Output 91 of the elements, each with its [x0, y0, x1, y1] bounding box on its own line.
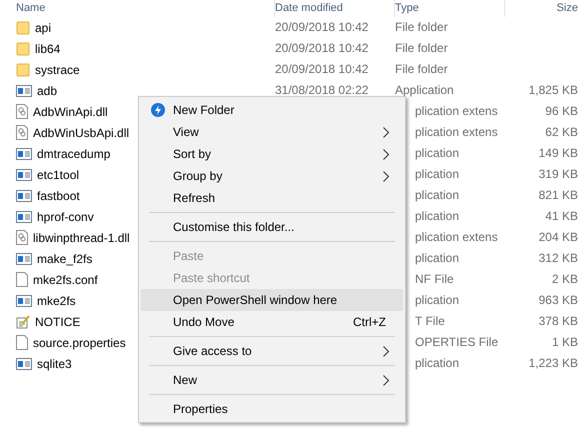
gear-document-icon — [16, 125, 28, 140]
file-name[interactable]: systrace — [35, 62, 80, 76]
column-header[interactable]: Type — [395, 0, 505, 17]
type-cell-text: plication — [414, 292, 460, 309]
type-cell-text: plication — [414, 250, 460, 267]
menu-item[interactable]: New Folder — [141, 99, 403, 121]
type-cell-text: plication — [414, 145, 460, 162]
file-name[interactable]: lib64 — [35, 42, 60, 56]
notepad-icon — [16, 314, 30, 328]
file-name[interactable]: etc1tool — [37, 168, 80, 182]
menu-item[interactable]: Undo Move Ctrl+Z — [141, 311, 403, 333]
size-cell-text: 963 KB — [538, 292, 578, 309]
type-cell-text: plication — [414, 208, 460, 225]
date-cell-text: 20/09/2018 10:42 — [275, 61, 370, 78]
size-cell-text: 96 KB — [544, 103, 578, 120]
menu-item[interactable]: Sort by — [141, 143, 403, 165]
menu-item[interactable]: Properties — [141, 398, 403, 420]
type-cell-text: plication extens — [414, 103, 499, 120]
document-icon — [16, 335, 28, 350]
column-header[interactable]: Name — [0, 0, 275, 17]
file-name[interactable]: adb — [37, 84, 58, 98]
date-cell-text: 20/09/2018 10:42 — [275, 19, 370, 36]
chevron-right-icon — [383, 346, 389, 356]
file-name[interactable]: NOTICE — [35, 314, 80, 328]
application-icon — [16, 358, 32, 370]
application-icon — [16, 294, 32, 306]
file-name[interactable]: AdbWinUsbApi.dll — [33, 126, 130, 140]
application-icon — [16, 148, 32, 160]
document-icon — [16, 272, 28, 287]
folder-icon — [16, 62, 30, 76]
file-name[interactable]: make_f2fs — [37, 252, 92, 266]
size-cell-text: 149 KB — [538, 145, 578, 162]
gear-document-icon — [16, 104, 28, 119]
application-icon — [16, 190, 32, 202]
column-header[interactable]: Date modified — [275, 0, 395, 17]
size-cell-text: 1,223 KB — [528, 355, 578, 372]
menu-item[interactable]: Customise this folder... — [141, 216, 403, 238]
shortcut-text: Ctrl+Z — [353, 315, 386, 329]
file-name[interactable]: api — [35, 20, 52, 34]
type-cell-text: NF File — [414, 271, 455, 288]
application-icon — [16, 252, 32, 264]
menu-item[interactable]: Refresh — [141, 187, 403, 209]
menu-item[interactable]: Group by — [141, 165, 403, 187]
folder-icon — [16, 42, 30, 56]
type-cell-text: File folder — [395, 19, 449, 36]
size-cell-text: 821 KB — [538, 187, 578, 204]
type-cell-text: plication extens — [414, 229, 499, 246]
column-header[interactable]: Size — [505, 0, 578, 17]
folder-icon — [16, 20, 30, 34]
new-folder-icon — [151, 103, 165, 117]
type-cell-text: File folder — [395, 61, 449, 78]
file-name[interactable]: sqlite3 — [37, 356, 72, 370]
file-name[interactable]: mke2fs.conf — [33, 272, 98, 286]
type-cell-text: Application — [395, 82, 455, 99]
application-icon — [16, 210, 32, 222]
type-cell-text: plication — [414, 187, 460, 204]
gear-document-icon — [16, 230, 28, 245]
file-name[interactable]: fastboot — [37, 188, 80, 202]
size-cell-text: 2 KB — [550, 271, 578, 288]
menu-item[interactable]: New — [141, 369, 403, 391]
application-icon — [16, 168, 32, 180]
type-cell-text: plication — [414, 355, 460, 372]
chevron-right-icon — [383, 126, 389, 138]
type-cell-text: File folder — [395, 40, 449, 57]
size-cell-text: 319 KB — [538, 166, 578, 183]
chevron-right-icon — [383, 148, 389, 160]
type-cell-text: T File — [414, 313, 446, 330]
size-cell-text: 1 KB — [550, 334, 578, 351]
size-cell-text: 1,825 KB — [528, 82, 578, 99]
date-cell-text: 31/08/2018 02:22 — [275, 82, 370, 99]
size-cell-text: 312 KB — [538, 250, 578, 267]
file-name[interactable]: source.properties — [33, 336, 126, 350]
file-name[interactable]: dmtracedump — [37, 146, 110, 160]
file-name[interactable]: hprof-conv — [37, 210, 94, 224]
chevron-right-icon — [383, 170, 389, 182]
menu-item[interactable]: Open PowerShell window here — [141, 289, 403, 311]
file-name[interactable]: AdbWinApi.dll — [33, 104, 108, 118]
type-cell-text: plication — [414, 166, 460, 183]
size-cell-text: 62 KB — [544, 124, 578, 141]
file-name[interactable]: libwinpthread-1.dll — [33, 230, 130, 244]
type-cell-text: plication extens — [414, 124, 499, 141]
size-cell-text: 204 KB — [538, 229, 578, 246]
date-cell-text: 20/09/2018 10:42 — [275, 40, 370, 57]
type-cell-text: OPERTIES File — [414, 334, 500, 351]
size-cell-text: 41 KB — [544, 208, 578, 225]
file-name[interactable]: mke2fs — [37, 294, 76, 308]
menu-item[interactable]: Give access to — [141, 340, 403, 362]
size-cell-text: 378 KB — [538, 313, 578, 330]
application-icon — [16, 84, 32, 96]
chevron-right-icon — [383, 374, 389, 386]
menu-item[interactable]: View — [141, 121, 403, 143]
